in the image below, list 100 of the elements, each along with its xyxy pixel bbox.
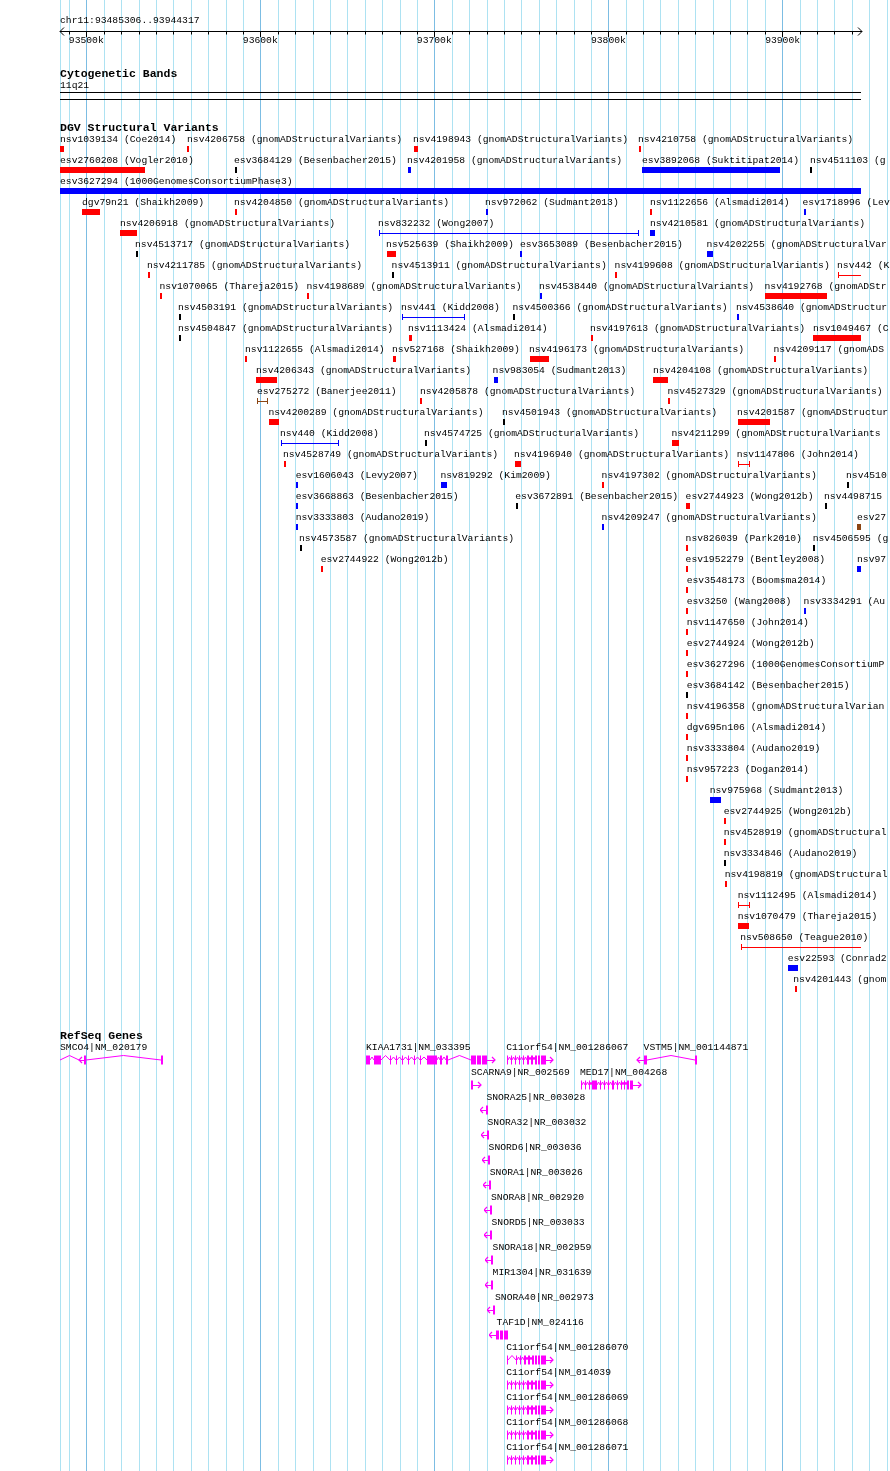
variant-label: nsv4199608 (gnomADStructuralVariants) xyxy=(614,260,830,272)
variant-label: nsv957223 (Dogan2014) xyxy=(686,764,809,776)
variant-label: nsv4211299 (gnomADStructuralVariants xyxy=(671,428,881,440)
variant-label: nsv4528749 (gnomADStructuralVariants) xyxy=(283,449,499,461)
variant-label: nsv4527329 (gnomADStructuralVariants) xyxy=(667,386,883,398)
gene-label: SNORA32|NR_003032 xyxy=(487,1117,587,1129)
variant-label: nsv1039134 (Coe2014) xyxy=(60,134,177,146)
variant-label: esv2744922 (Wong2012b) xyxy=(320,554,449,566)
variant-label: esv2744924 (Wong2012b) xyxy=(686,638,815,650)
variant-label: nsv832232 (Wong2007) xyxy=(378,218,495,230)
variant-label: nsv440 (Kidd2008) xyxy=(280,428,379,440)
variant-label: nsv4500366 (gnomADStructuralVariants) xyxy=(512,302,728,314)
variant-label: nsv4209247 (gnomADStructuralVariants) xyxy=(601,512,817,524)
variant-label: nsv4538440 (gnomADStructuralVariants) xyxy=(539,281,755,293)
variant-label: nsv4202255 (gnomADStructuralVar xyxy=(706,239,887,251)
gene-label: SMCO4|NM_020179 xyxy=(60,1042,148,1054)
variant-label: nsv4206918 (gnomADStructuralVariants) xyxy=(120,218,336,230)
gene-label: TAF1D|NM_024116 xyxy=(496,1317,584,1329)
variant-label: esv3892068 (Suktitipat2014) xyxy=(642,155,799,167)
tick-label: 93600k xyxy=(242,35,279,47)
band-label: 11q21 xyxy=(60,80,90,92)
variant-label: nsv1147650 (John2014) xyxy=(686,617,809,629)
variant-label: nsv4201443 (gnom xyxy=(793,974,887,986)
variant-label: nsv4201958 (gnomADStructuralVariants) xyxy=(407,155,623,167)
gene-label: VSTM5|NM_001144871 xyxy=(643,1042,749,1054)
track-title: RefSeq Genes xyxy=(60,1029,143,1042)
tick-label: 93800k xyxy=(590,35,627,47)
variant-label: nsv4196358 (gnomADStructuralVarian xyxy=(686,701,885,713)
gene-label: SCARNA9|NR_002569 xyxy=(471,1067,570,1079)
variant-label: nsv4506595 (g xyxy=(812,533,889,545)
region-coordinates: chr11:93485306..93944317 xyxy=(60,15,200,27)
variant-label: nsv3334846 (Audano2019) xyxy=(723,848,858,860)
variant-label: nsv972062 (Sudmant2013) xyxy=(485,197,619,209)
variant-label: nsv525639 (Shaikh2009) xyxy=(386,239,514,251)
variant-label: nsv3334291 (Au xyxy=(803,596,885,608)
variant-label: nsv527168 (Shaikh2009) xyxy=(392,344,520,356)
variant-label: nsv4192768 (gnomADStr xyxy=(764,281,887,293)
variant-label: esv1718996 (Lev xyxy=(802,197,890,209)
gene-label: SNORD5|NR_003033 xyxy=(491,1217,585,1229)
gene-label: C11orf54|NM_001286068 xyxy=(506,1417,629,1429)
variant-label: esv3250 (Wang2008) xyxy=(686,596,792,608)
variant-label: nsv4204850 (gnomADStructuralVariants) xyxy=(234,197,450,209)
variant-label: nsv97 xyxy=(857,554,887,566)
variant-label: esv2744923 (Wong2012b) xyxy=(685,491,814,503)
gene-label: C11orf54|NM_001286071 xyxy=(506,1442,629,1454)
gene-label: C11orf54|NM_001286069 xyxy=(506,1392,629,1404)
variant-label: nsv4513911 (gnomADStructuralVariants) xyxy=(391,260,607,272)
variant-label: nsv442 (K xyxy=(837,260,890,272)
variant-label: dgv79n21 (Shaikh2009) xyxy=(82,197,205,209)
variant-label: esv3684142 (Besenbacher2015) xyxy=(686,680,850,692)
variant-label: nsv1070065 (Thareja2015) xyxy=(159,281,300,293)
variant-label: nsv4510 xyxy=(846,470,887,482)
variant-label: nsv1122655 (Alsmadi2014) xyxy=(245,344,385,356)
variant-label: nsv1147806 (John2014) xyxy=(736,449,859,461)
gene-label: SNORA25|NR_003028 xyxy=(486,1092,586,1104)
variant-label: nsv4528919 (gnomADStructural xyxy=(723,827,887,839)
variant-label: nsv4210758 (gnomADStructuralVariants) xyxy=(638,134,854,146)
variant-label: nsv4210581 (gnomADStructuralVariants) xyxy=(650,218,866,230)
variant-label: esv3627296 (1000GenomesConsortiumP xyxy=(686,659,885,671)
variant-label: nsv819292 (Kim2009) xyxy=(440,470,551,482)
variant-label: nsv3333804 (Audano2019) xyxy=(686,743,821,755)
variant-label: nsv441 (Kidd2008) xyxy=(401,302,500,314)
variant-label: nsv1112495 (Alsmadi2014) xyxy=(737,890,878,902)
variant-label: nsv4205878 (gnomADStructuralVariants) xyxy=(420,386,636,398)
gene-label: C11orf54|NM_001286067 xyxy=(506,1042,629,1054)
variant-label: nsv1113424 (Alsmadi2014) xyxy=(408,323,548,335)
variant-label: nsv975968 (Sudmant2013) xyxy=(709,785,844,797)
variant-label: nsv4211785 (gnomADStructuralVariants) xyxy=(147,260,363,272)
gene-label: KIAA1731|NM_033395 xyxy=(366,1042,471,1054)
variant-label: nsv4198819 (gnomADStructural xyxy=(724,869,888,881)
variant-label: nsv3333803 (Audano2019) xyxy=(295,512,430,524)
track-title: DGV Structural Variants xyxy=(60,121,219,134)
gene-label: MED17|NM_004268 xyxy=(580,1067,668,1079)
gene-label: C11orf54|NM_001286070 xyxy=(506,1342,629,1354)
variant-label: nsv4574725 (gnomADStructuralVariants) xyxy=(424,428,640,440)
tick-label: 93900k xyxy=(764,35,801,47)
variant-label: esv27 xyxy=(857,512,887,524)
variant-label: nsv1070479 (Thareja2015) xyxy=(737,911,878,923)
variant-label: esv3672891 (Besenbacher2015) xyxy=(515,491,679,503)
variant-label: nsv4196940 (gnomADStructuralVariants) xyxy=(514,449,730,461)
variant-label: nsv4198689 (gnomADStructuralVariants) xyxy=(306,281,522,293)
gene-label: SNORA8|NR_002920 xyxy=(491,1192,584,1204)
variant-label: nsv4209117 (gnomADS xyxy=(773,344,884,356)
variant-label: esv3668863 (Besenbacher2015) xyxy=(295,491,459,503)
variant-label: nsv1049467 (C xyxy=(813,323,889,335)
tick-label: 93500k xyxy=(68,35,105,47)
variant-label: nsv4197613 (gnomADStructuralVariants) xyxy=(590,323,806,335)
variant-label: nsv4198943 (gnomADStructuralVariants) xyxy=(413,134,629,146)
variant-label: nsv4206758 (gnomADStructuralVariants) xyxy=(187,134,403,146)
variant-label: esv22593 (Conrad2 xyxy=(787,953,887,965)
variant-label: nsv4206343 (gnomADStructuralVariants) xyxy=(256,365,472,377)
variant-label: nsv4513717 (gnomADStructuralVariants) xyxy=(135,239,351,251)
variant-label: nsv4573587 (gnomADStructuralVariants) xyxy=(299,533,515,545)
variant-label: nsv1122656 (Alsmadi2014) xyxy=(650,197,790,209)
variant-label: nsv508650 (Teague2010) xyxy=(740,932,869,944)
variant-label: nsv826039 (Park2010) xyxy=(685,533,802,545)
variant-label: esv3548173 (Boomsma2014) xyxy=(686,575,827,587)
variant-label: nsv4200289 (gnomADStructuralVariants) xyxy=(268,407,484,419)
variant-label: nsv4197302 (gnomADStructuralVariants) xyxy=(601,470,817,482)
variant-label: nsv4196173 (gnomADStructuralVariants) xyxy=(529,344,745,356)
